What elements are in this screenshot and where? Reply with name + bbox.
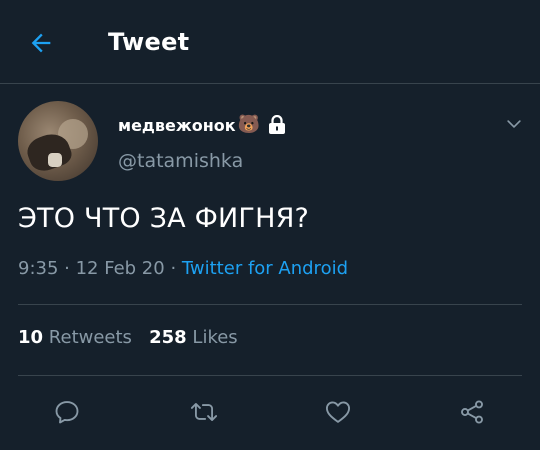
share-icon xyxy=(461,400,483,424)
retweet-icon xyxy=(190,403,218,421)
display-name: медвежонок xyxy=(118,115,236,135)
tweet-meta: 9:35 · 12 Feb 20 · Twitter for Android xyxy=(18,258,348,279)
tweet-date: 12 Feb 20 xyxy=(75,258,165,279)
tweet-actions xyxy=(0,390,540,434)
arrow-left-icon xyxy=(31,33,51,53)
likes-label: Likes xyxy=(192,327,238,348)
retweets-stat[interactable]: 10 Retweets xyxy=(18,327,132,348)
meta-separator: · xyxy=(58,258,76,279)
back-button[interactable] xyxy=(24,26,58,60)
retweet-button[interactable] xyxy=(188,396,220,428)
like-button[interactable] xyxy=(322,396,354,428)
tweet-stats: 10 Retweets 258 Likes xyxy=(18,327,238,348)
meta-separator: · xyxy=(164,258,182,279)
likes-count: 258 xyxy=(149,327,187,348)
retweets-label: Retweets xyxy=(48,327,132,348)
likes-stat[interactable]: 258 Likes xyxy=(149,327,238,348)
reply-button[interactable] xyxy=(51,396,83,428)
tweet-text: ЭТО ЧТО ЗА ФИГНЯ? xyxy=(18,203,310,234)
tweet-time: 9:35 xyxy=(18,258,59,279)
tweet-source-link[interactable]: Twitter for Android xyxy=(182,258,348,279)
divider xyxy=(18,375,522,376)
avatar[interactable] xyxy=(18,101,98,181)
chevron-down-icon xyxy=(507,120,521,128)
retweets-count: 10 xyxy=(18,327,44,348)
share-button[interactable] xyxy=(456,396,488,428)
app-header: Tweet xyxy=(0,0,540,84)
divider xyxy=(18,304,522,305)
user-handle[interactable]: @tatamishka xyxy=(118,150,243,172)
tweet-options-button[interactable] xyxy=(502,112,526,136)
reply-icon xyxy=(55,401,79,424)
like-icon xyxy=(325,401,351,423)
bear-emoji: 🐻 xyxy=(237,114,261,135)
author-name-row[interactable]: медвежонок 🐻 xyxy=(118,113,286,137)
lock-icon xyxy=(268,115,286,135)
page-title: Tweet xyxy=(108,28,190,56)
